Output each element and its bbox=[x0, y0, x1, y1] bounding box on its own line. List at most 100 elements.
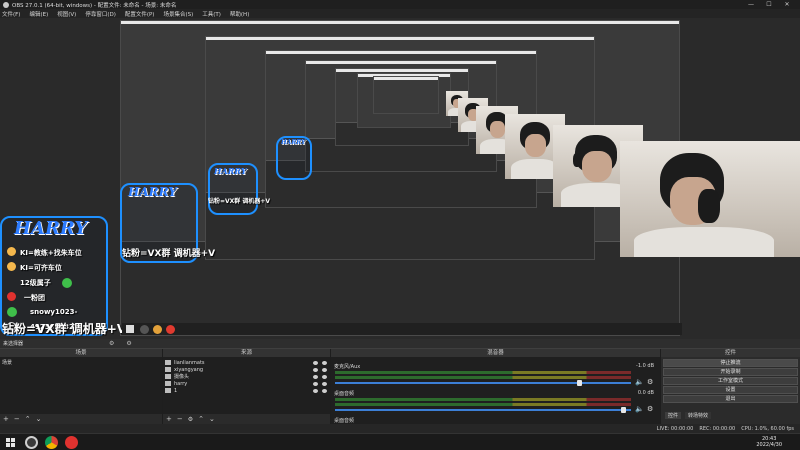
lock-icon[interactable] bbox=[322, 388, 327, 393]
overlay-line-2: KI=可齐车位 bbox=[20, 264, 62, 272]
minimize-button[interactable]: — bbox=[744, 0, 758, 9]
speaker-icon[interactable]: 🔈 bbox=[635, 405, 644, 413]
menu-bar: 文件(F) 编辑(E) 视图(V) 停靠窗口(D) 配置文件(P) 场景集合(S… bbox=[0, 9, 800, 18]
rec-status: REC: 00:00:00 bbox=[699, 425, 736, 432]
eye-icon[interactable] bbox=[313, 367, 318, 372]
source-item[interactable]: 摄像头 bbox=[163, 373, 330, 380]
volume-slider[interactable] bbox=[335, 409, 631, 411]
source-up-button[interactable]: ⌃ bbox=[198, 415, 204, 423]
channel-name: 桌面音频 bbox=[334, 391, 355, 397]
medal-icon bbox=[7, 247, 16, 256]
studio-mode-button[interactable]: 工作室模式 bbox=[663, 377, 798, 385]
lock-icon[interactable] bbox=[322, 367, 327, 372]
weibo-icon bbox=[7, 292, 16, 301]
eye-icon[interactable] bbox=[313, 381, 318, 386]
remove-scene-button[interactable]: − bbox=[14, 415, 20, 423]
scene-down-button[interactable]: ⌄ bbox=[36, 415, 42, 423]
settings-button[interactable]: 设置 bbox=[663, 386, 798, 394]
source-item[interactable]: lianlianmats bbox=[163, 359, 330, 366]
menu-profile[interactable]: 配置文件(P) bbox=[125, 10, 155, 18]
level-meter bbox=[335, 403, 631, 406]
stop-streaming-button[interactable]: 停止推流 bbox=[663, 359, 798, 367]
sources-toolbar: + − ⚙ ⌃ ⌄ bbox=[163, 414, 330, 424]
wechat-icon bbox=[7, 307, 17, 317]
eye-icon[interactable] bbox=[313, 388, 318, 393]
level-meter bbox=[335, 376, 631, 379]
cpu-status: CPU: 1.0%, 60.00 fps bbox=[741, 425, 794, 432]
obs-taskbar-icon[interactable] bbox=[25, 436, 38, 449]
controls-dock: 控件 停止推流 开始录制 工作室模式 设置 退出 控件 转场特效 bbox=[661, 349, 800, 424]
channel-name: 桌面音频 bbox=[334, 418, 355, 424]
gear-icon[interactable]: ⚙ bbox=[647, 405, 653, 413]
source-label: 摄像头 bbox=[174, 374, 190, 380]
source-item[interactable]: harry bbox=[163, 380, 330, 387]
promo-text: 钻粉=VX群 调机器+V bbox=[208, 198, 271, 205]
source-item[interactable]: 1 bbox=[163, 387, 330, 394]
maximize-button[interactable]: ☐ bbox=[762, 0, 776, 9]
sources-dock-title: 来源 bbox=[163, 349, 330, 357]
chrome-taskbar-icon[interactable] bbox=[45, 436, 58, 449]
menu-file[interactable]: 文件(F) bbox=[2, 10, 20, 18]
tab-controls[interactable]: 控件 bbox=[665, 412, 682, 419]
level-meter bbox=[335, 371, 631, 374]
source-item[interactable]: xiyangyang bbox=[163, 366, 330, 373]
preview-canvas[interactable]: HARRY HARRY HARRY HARRY KI=教练+找朱车位 KI=可齐… bbox=[0, 18, 800, 339]
nested-taskbar bbox=[122, 323, 682, 335]
source-label: xiyangyang bbox=[174, 366, 204, 373]
menu-scene-collection[interactable]: 场景集合(S) bbox=[163, 10, 193, 18]
controls-dock-tabs: 控件 转场特效 bbox=[665, 412, 712, 419]
menu-view[interactable]: 视图(V) bbox=[57, 10, 76, 18]
wechat-icon bbox=[62, 278, 72, 288]
lock-icon[interactable] bbox=[322, 381, 327, 386]
add-scene-button[interactable]: + bbox=[3, 415, 9, 423]
scene-up-button[interactable]: ⌃ bbox=[25, 415, 31, 423]
menu-tools[interactable]: 工具(T) bbox=[202, 10, 221, 18]
close-button[interactable]: ✕ bbox=[780, 0, 794, 9]
promo-text: 钻粉=VX群 调机器+V bbox=[122, 249, 216, 259]
exit-button[interactable]: 退出 bbox=[663, 395, 798, 403]
lock-icon[interactable] bbox=[322, 374, 327, 379]
volume-slider-knob[interactable] bbox=[577, 380, 582, 386]
promo-text-main: 钻粉=VX群 调机器+V bbox=[2, 322, 127, 336]
overlay-card: HARRY bbox=[276, 136, 312, 180]
volume-slider-knob[interactable] bbox=[621, 407, 626, 413]
overlay-card-main: HARRY KI=教练+找朱车位 KI=可齐车位 12级属子 一粉团 snowy… bbox=[0, 216, 108, 336]
source-properties-gear-icon[interactable]: ⚙ bbox=[188, 416, 193, 423]
menu-help[interactable]: 帮助(H) bbox=[230, 10, 249, 18]
eye-icon[interactable] bbox=[313, 360, 318, 365]
tab-transitions[interactable]: 转场特效 bbox=[685, 412, 712, 419]
sources-dock: 来源 lianlianmats xiyangyang 摄像头 harry 1 +… bbox=[163, 349, 331, 424]
add-source-button[interactable]: + bbox=[166, 415, 172, 423]
windows-start-icon[interactable] bbox=[6, 438, 15, 447]
volume-slider[interactable] bbox=[335, 382, 631, 384]
scene-item[interactable]: 场景 bbox=[2, 359, 12, 366]
gear-icon[interactable]: ⚙ bbox=[109, 340, 114, 347]
start-recording-button[interactable]: 开始录制 bbox=[663, 368, 798, 376]
scenes-list[interactable]: 场景 bbox=[0, 357, 162, 414]
lock-icon[interactable] bbox=[322, 360, 327, 365]
source-down-button[interactable]: ⌄ bbox=[209, 415, 215, 423]
menu-edit[interactable]: 编辑(E) bbox=[29, 10, 48, 18]
gear-icon[interactable]: ⚙ bbox=[647, 378, 653, 386]
overlay-logo: HARRY bbox=[281, 139, 306, 146]
transition-gear-icon[interactable]: ⚙ bbox=[126, 340, 131, 347]
sources-list[interactable]: lianlianmats xiyangyang 摄像头 harry 1 bbox=[163, 357, 330, 414]
level-meter bbox=[335, 398, 631, 401]
taskbar-clock[interactable]: 20:43 2022/4/30 bbox=[756, 436, 782, 448]
overlay-logo-main: HARRY bbox=[14, 218, 88, 239]
webcam-feed-main bbox=[620, 141, 800, 257]
weibo-taskbar-icon[interactable] bbox=[65, 436, 78, 449]
overlay-line-4: 一粉团 bbox=[24, 294, 45, 302]
overlay-line-5: snowy1023- bbox=[30, 308, 78, 316]
overlay-card: HARRY bbox=[208, 163, 258, 215]
channel-db: -1.0 dB bbox=[636, 363, 654, 369]
scene-transition-label: 来选择器 bbox=[3, 341, 24, 347]
scenes-dock: 场景 场景 + − ⌃ ⌄ bbox=[0, 349, 163, 424]
speaker-icon[interactable]: 🔈 bbox=[635, 378, 644, 386]
remove-source-button[interactable]: − bbox=[177, 415, 183, 423]
eye-icon[interactable] bbox=[313, 374, 318, 379]
status-bar: LIVE: 00:00:00 REC: 00:00:00 CPU: 1.0%, … bbox=[0, 424, 800, 433]
menu-docks[interactable]: 停靠窗口(D) bbox=[85, 10, 116, 18]
source-label: lianlianmats bbox=[174, 359, 205, 366]
overlay-line-1: KI=教练+找朱车位 bbox=[20, 249, 82, 257]
